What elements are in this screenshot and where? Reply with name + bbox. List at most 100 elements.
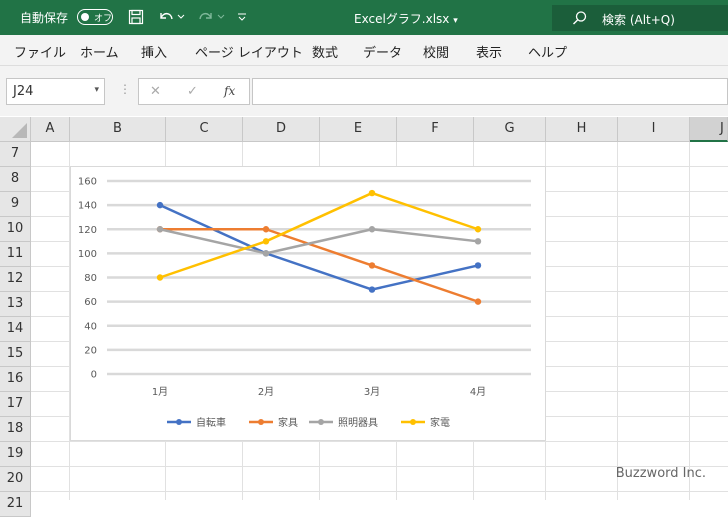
tab-page-layout[interactable]: ページ レイアウト xyxy=(195,42,303,61)
grid-vline xyxy=(617,142,618,500)
data-point xyxy=(262,250,270,257)
column-header-e[interactable]: E xyxy=(320,117,397,142)
file-name[interactable]: Excelグラフ.xlsx ▾ xyxy=(354,10,458,27)
y-tick-label: 100 xyxy=(78,249,97,260)
name-box-value: J24 xyxy=(13,84,34,99)
undo-icon[interactable] xyxy=(156,7,176,27)
y-tick-label: 80 xyxy=(84,273,97,284)
legend-label: 自転車 xyxy=(196,416,226,429)
row-header-7[interactable]: 7 xyxy=(0,142,31,167)
data-point xyxy=(262,226,270,233)
row-header-19[interactable]: 19 xyxy=(0,442,31,467)
tab-file[interactable]: ファイル xyxy=(14,42,66,61)
legend-label: 照明器具 xyxy=(338,417,378,429)
line-chart[interactable]: 0 20 40 60 80 100 120 140 160 1月 2月 3月 4月 自転車 家具 照明器具 家電 xyxy=(70,166,546,441)
search-box[interactable]: 検索 (Alt+Q) xyxy=(552,5,728,31)
column-header-j[interactable]: J xyxy=(690,117,728,142)
y-tick-label: 40 xyxy=(84,321,97,332)
tab-data[interactable]: データ xyxy=(363,42,402,61)
file-name-dropdown-icon: ▾ xyxy=(453,16,458,26)
column-header-i[interactable]: I xyxy=(618,117,690,142)
data-point xyxy=(368,226,376,233)
formula-input[interactable] xyxy=(252,78,728,105)
row-header-16[interactable]: 16 xyxy=(0,367,31,392)
legend-label: 家具 xyxy=(278,416,298,429)
column-header-c[interactable]: C xyxy=(166,117,243,142)
tab-view[interactable]: 表示 xyxy=(476,42,502,61)
redo-dropdown-icon[interactable] xyxy=(216,7,226,27)
autosave-toggle[interactable]: オフ xyxy=(77,9,113,25)
file-name-text: Excelグラフ.xlsx xyxy=(354,12,450,26)
legend-marker xyxy=(258,419,264,425)
data-point xyxy=(262,238,270,245)
formula-buttons: ✕ ✓ fx xyxy=(138,78,250,105)
series-line xyxy=(159,228,479,255)
formula-row: J24 ▾ ⋮ ✕ ✓ fx xyxy=(0,66,728,116)
tab-insert[interactable]: 挿入 xyxy=(141,42,167,61)
data-point xyxy=(156,201,164,209)
cancel-icon[interactable]: ✕ xyxy=(150,84,161,99)
row-header-21[interactable]: 21 xyxy=(0,492,31,517)
select-all-button[interactable] xyxy=(0,117,31,142)
column-header-b[interactable]: B xyxy=(70,117,166,142)
row-header-20[interactable]: 20 xyxy=(0,467,31,492)
insert-function-icon[interactable]: fx xyxy=(224,84,235,98)
x-tick-label: 1月 xyxy=(152,386,168,398)
autosave-label: 自動保存 xyxy=(20,11,69,25)
legend-marker xyxy=(176,419,182,425)
row-header-8[interactable]: 8 xyxy=(0,167,31,192)
save-icon[interactable] xyxy=(126,7,146,27)
row-header-10[interactable]: 10 xyxy=(0,217,31,242)
data-point xyxy=(368,262,376,269)
enter-icon[interactable]: ✓ xyxy=(187,84,198,99)
column-header-f[interactable]: F xyxy=(397,117,474,142)
grid-vline xyxy=(689,142,690,500)
row-header-9[interactable]: 9 xyxy=(0,192,31,217)
tab-formulas[interactable]: 数式 xyxy=(312,42,338,61)
column-header-d[interactable]: D xyxy=(243,117,320,142)
toggle-knob xyxy=(81,13,89,21)
y-tick-label: 0 xyxy=(91,370,97,381)
row-header-15[interactable]: 15 xyxy=(0,342,31,367)
x-tick-label: 3月 xyxy=(364,386,380,398)
name-box[interactable]: J24 ▾ xyxy=(6,78,105,105)
customize-toolbar-icon[interactable] xyxy=(236,7,248,27)
y-tick-label: 60 xyxy=(84,297,97,308)
column-header-g[interactable]: G xyxy=(474,117,546,142)
y-tick-label: 20 xyxy=(84,345,97,356)
data-point xyxy=(474,262,482,269)
more-options-icon[interactable]: ⋮ xyxy=(119,82,131,96)
redo-icon[interactable] xyxy=(196,7,216,27)
data-point xyxy=(368,286,376,293)
data-point xyxy=(474,226,482,233)
title-bar: 自動保存 オフ Excelグラフ.xlsx ▾ 検索 (Alt+Q) xyxy=(0,0,728,35)
tab-help[interactable]: ヘルプ xyxy=(528,42,567,61)
data-point xyxy=(474,298,482,305)
search-icon xyxy=(572,10,588,29)
row-header-14[interactable]: 14 xyxy=(0,317,31,342)
toggle-state: オフ xyxy=(94,14,113,24)
ribbon-tabs: ファイル ホーム 挿入 ページ レイアウト 数式 データ 校閲 表示 ヘルプ xyxy=(0,35,728,66)
column-header-a[interactable]: A xyxy=(31,117,70,142)
x-tick-label: 2月 xyxy=(258,386,274,398)
name-box-dropdown-icon[interactable]: ▾ xyxy=(94,85,99,95)
tab-review[interactable]: 校閲 xyxy=(423,42,449,61)
undo-dropdown-icon[interactable] xyxy=(176,7,186,27)
column-header-h[interactable]: H xyxy=(546,117,618,142)
row-header-12[interactable]: 12 xyxy=(0,267,31,292)
row-header-18[interactable]: 18 xyxy=(0,417,31,442)
data-point xyxy=(368,189,376,197)
grid-hline xyxy=(31,491,728,492)
chart-canvas: 0 20 40 60 80 100 120 140 160 1月 2月 3月 4月自転車 家具 照明器具 家電 xyxy=(78,177,531,429)
row-header-17[interactable]: 17 xyxy=(0,392,31,417)
data-point xyxy=(156,274,164,281)
legend-marker xyxy=(410,419,416,425)
legend-marker xyxy=(318,419,324,425)
data-point xyxy=(474,238,482,245)
tab-home[interactable]: ホーム xyxy=(80,42,119,61)
watermark: Buzzword Inc. xyxy=(615,466,706,481)
legend-label: 家電 xyxy=(430,416,450,429)
y-tick-label: 160 xyxy=(78,177,97,188)
row-header-11[interactable]: 11 xyxy=(0,242,31,267)
row-header-13[interactable]: 13 xyxy=(0,292,31,317)
